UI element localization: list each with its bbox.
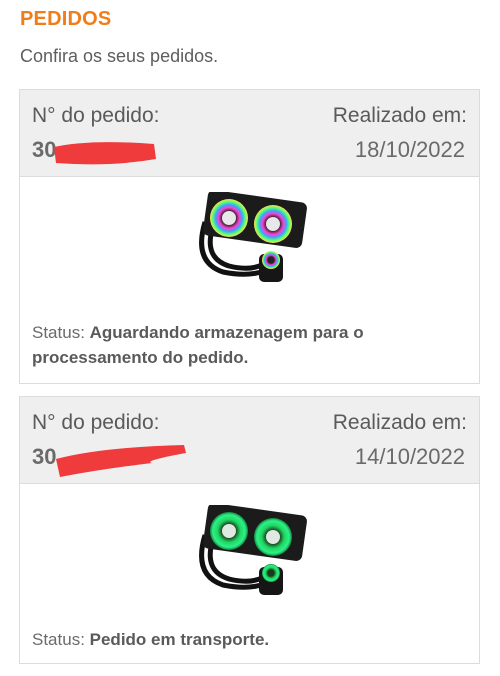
- product-image: [199, 192, 307, 282]
- product-image: [199, 505, 307, 595]
- order-date-label: Realizado em:: [332, 104, 467, 127]
- redaction-mark: [54, 142, 156, 165]
- orders-page: PEDIDOS Confira os seus pedidos. N° do p…: [0, 0, 500, 676]
- order-status: Status: Aguardando armazenagem para o pr…: [32, 320, 462, 370]
- order-card[interactable]: N° do pedido: 30 Realizado em: 18/10/202…: [19, 89, 480, 384]
- order-date-label: Realizado em:: [332, 411, 467, 434]
- order-card-header: N° do pedido: 30 Realizado em: 18/10/202…: [20, 90, 479, 177]
- order-date: 18/10/2022: [354, 137, 465, 162]
- status-value: Pedido em transporte.: [89, 630, 270, 649]
- order-card[interactable]: N° do pedido: 30 Realizado em: 14/10/202…: [19, 396, 480, 664]
- order-card-header: N° do pedido: 30 Realizado em: 14/10/202…: [20, 397, 479, 484]
- status-label: Status:: [32, 323, 90, 342]
- page-title: PEDIDOS: [20, 8, 112, 30]
- page-subtitle: Confira os seus pedidos.: [20, 46, 219, 66]
- order-number-label: N° do pedido:: [32, 104, 160, 127]
- order-date: 14/10/2022: [354, 444, 465, 469]
- redaction-mark: [56, 445, 186, 477]
- order-number-label: N° do pedido:: [32, 411, 160, 434]
- status-label: Status:: [32, 630, 90, 649]
- order-status: Status: Pedido em transporte.: [32, 627, 462, 652]
